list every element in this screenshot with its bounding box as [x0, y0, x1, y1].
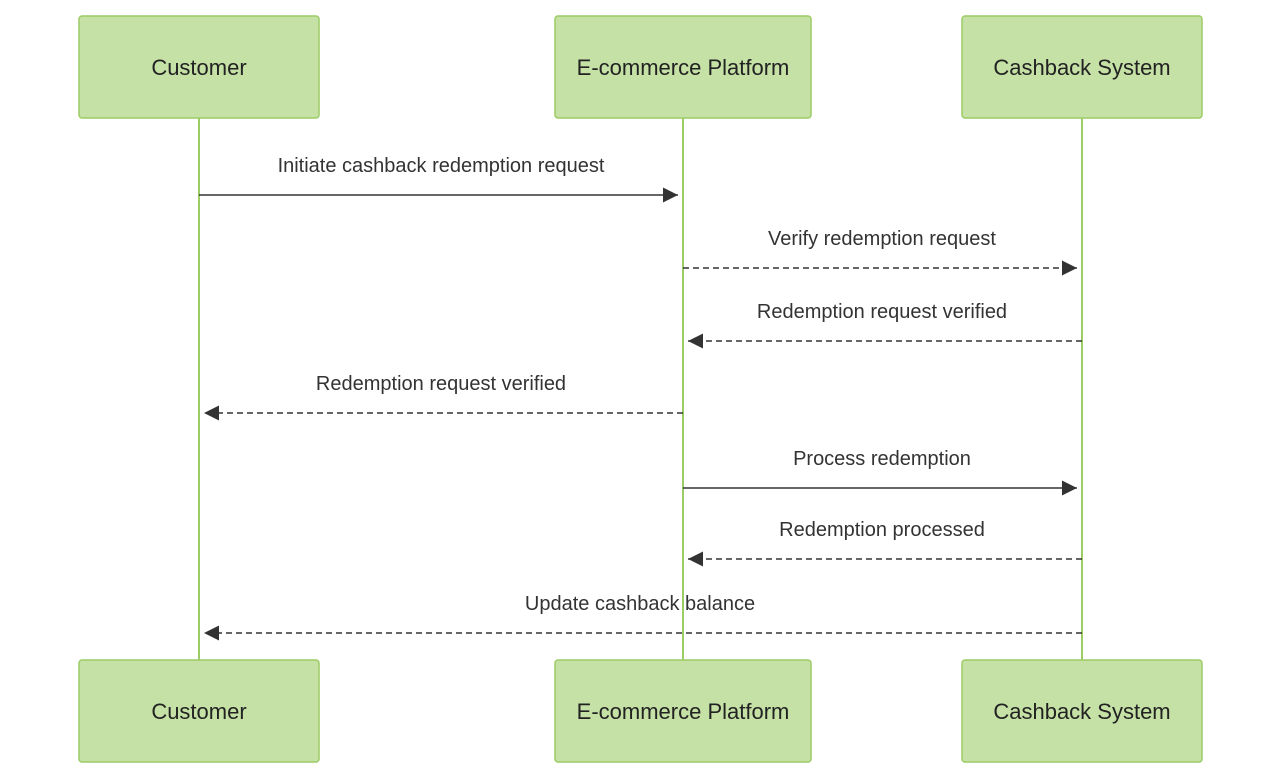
message-label-1: Initiate cashback redemption request [278, 155, 605, 177]
message-label-2: Verify redemption request [768, 228, 996, 250]
message-label-4: Redemption request verified [316, 373, 566, 395]
message-label-7: Update cashback balance [525, 593, 755, 615]
actor-label-customer-top: Customer [151, 55, 246, 80]
actor-label-ecommerce-top: E-commerce Platform [577, 55, 790, 80]
actor-label-cashback-bottom: Cashback System [993, 699, 1170, 724]
message-label-5: Process redemption [793, 448, 971, 470]
actor-label-cashback-top: Cashback System [993, 55, 1170, 80]
actor-label-ecommerce-bottom: E-commerce Platform [577, 699, 790, 724]
message-label-3: Redemption request verified [757, 301, 1007, 323]
sequence-diagram: Customer E-commerce Platform Cashback Sy… [0, 0, 1280, 781]
message-label-6: Redemption processed [779, 519, 985, 541]
actor-label-customer-bottom: Customer [151, 699, 246, 724]
